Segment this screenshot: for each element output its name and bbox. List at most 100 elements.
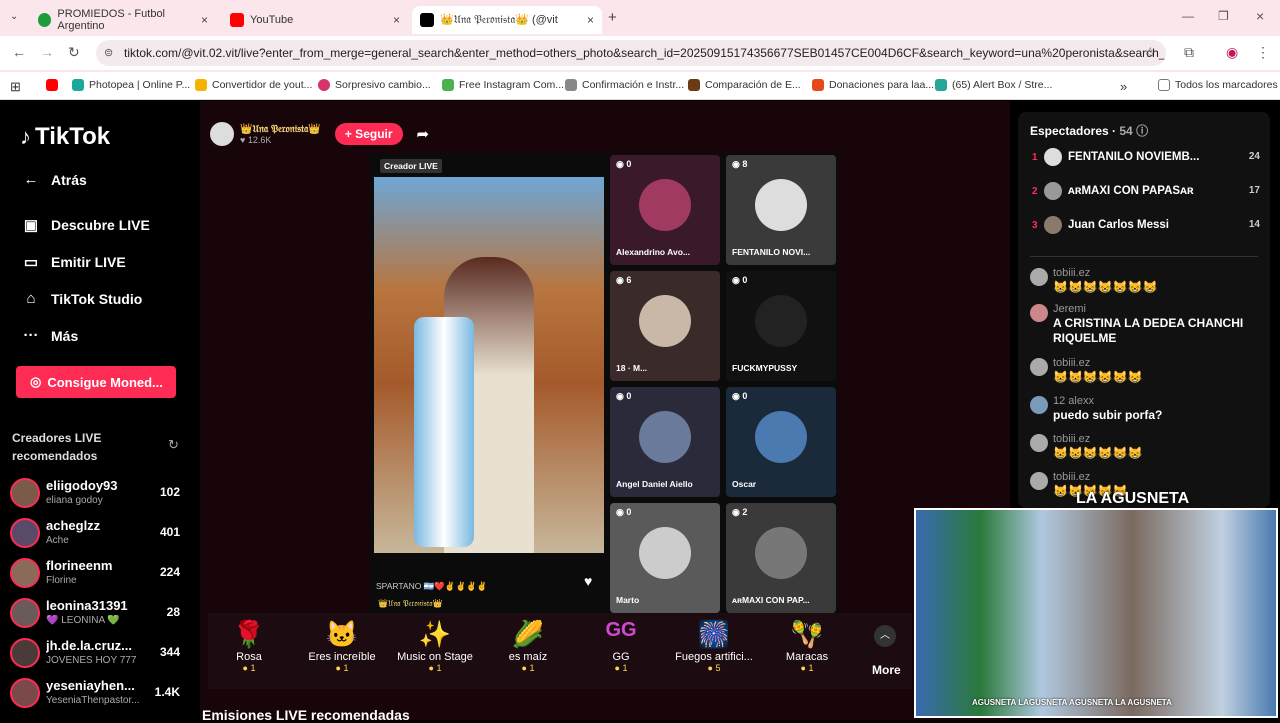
viewer-row[interactable]: 1 FENTANILO NOVIEMB... 24 [1018,146,1270,174]
streamer-webcam-overlay: LA AGUSNETA AGUSNETA LAGUSNETA AGUSNETA … [914,490,1278,718]
avatar [10,638,40,668]
gift-item[interactable]: 🎆 Fuegos artifici... ● 5 [669,619,759,673]
gift-item[interactable]: GG GG ● 1 [576,619,666,673]
youtube-icon [46,79,58,91]
host-likes: 12.6K [247,134,272,145]
bookmark-star-icon[interactable]: ☆ [1144,44,1157,61]
viewer-score: 24 [1248,151,1260,162]
more-bookmarks-icon[interactable]: » [1120,79,1127,94]
more-gifts-button[interactable]: More [872,663,901,677]
guest-slot[interactable]: ◉ 0 Alexandrino Avo... [610,155,720,265]
guest-slot[interactable]: ◉ 8 FENTANILO NOVI... [726,155,836,265]
bookmark-item[interactable]: Convertidor de yout... [195,79,312,91]
viewer-rank: 2 [1032,186,1038,197]
nav-discover-live[interactable]: ▣ Descubre LIVE [20,216,150,234]
tiktok-logo[interactable]: ♪ TikTok [20,123,110,151]
photopea-icon [72,79,84,91]
viewer-row[interactable]: 3 Juan Carlos Messi 14 [1018,214,1270,242]
close-icon[interactable]: × [587,13,594,27]
url-input[interactable]: tiktok.com/@vit.02.vit/live?enter_from_m… [96,40,1166,66]
all-bookmarks[interactable]: Todos los marcadores [1158,79,1278,91]
bookmark-item[interactable]: (65) Alert Box / Stre... [935,79,1052,91]
host-info[interactable]: 👑𝔘𝔫𝔞 𝔓𝔢𝔯𝔬𝔫𝔦𝔰𝔱𝔞👑 ♥ 12.6K [240,124,321,145]
gift-item[interactable]: 🌹 Rosa ● 1 [204,619,294,673]
bookmark-item[interactable]: Free Instagram Com... [442,79,564,91]
restore-icon[interactable]: ❐ [1218,9,1229,23]
chat-user: tobiii.ez [1053,433,1091,445]
live-tv-icon: ▣ [23,217,39,234]
forward-icon[interactable]: → [40,44,54,60]
nav-tiktok-studio[interactable]: ⌂ TikTok Studio [20,290,142,307]
bookmark-youtube[interactable] [46,79,63,91]
reload-icon[interactable]: ↻ [68,44,80,61]
guest-slot[interactable]: ◉ 2 ᴀʀMAXI CON PAP... [726,503,836,613]
share-icon[interactable]: ➦ [417,125,430,143]
bookmark-item[interactable]: Confirmación e Instr... [565,79,684,91]
host-video[interactable] [374,177,604,553]
guest-slot[interactable]: ◉ 0 Marto [610,503,720,613]
creator-item[interactable]: eliigodoy93 eliana godoy 102 [10,476,190,512]
gift-item[interactable]: 🪇 Maracas ● 1 [762,619,852,673]
like-heart-icon[interactable]: ♥ [584,573,592,589]
guest-slot[interactable]: ◉ 6 18 · M... [610,271,720,381]
nav-go-live[interactable]: ▭ Emitir LIVE [20,253,126,271]
get-coins-button[interactable]: ◎ Consigue Moned... [16,366,176,398]
profile-icon[interactable]: ◉ [1226,44,1238,61]
guest-slot[interactable]: ◉ 0 Oscar [726,387,836,497]
avatar [1030,472,1048,490]
tab-tiktok[interactable]: 👑𝔘𝔫𝔞 𝔓𝔢𝔯𝔬𝔫𝔦𝔰𝔱𝔞👑 (@vit.0 × [412,6,602,34]
browser-chrome: ⌄ PROMIEDOS - Futbol Argentino × YouTube… [0,0,1280,100]
tab-youtube[interactable]: YouTube × [222,6,408,34]
creator-item[interactable]: yeseniayhen... YeseniaThenpastor... 1.4K [10,676,190,712]
viewer-count: 401 [159,525,180,539]
creator-item[interactable]: jh.de.la.cruz... JÓVENES HOY 777 344 [10,636,190,672]
guest-slot[interactable]: ◉ 0 Angel Daniel Aiello [610,387,720,497]
gift-item[interactable]: 🐱 Eres increíble ● 1 [297,619,387,673]
host-caption: SPARTANO 🇦🇷❤️✌️✌️✌️✌️ [376,581,488,591]
bookmark-item[interactable]: Donaciones para laa... [812,79,934,91]
tab-search-icon[interactable]: ⌄ [10,11,18,22]
avatar [10,598,40,628]
chevron-up-icon[interactable]: ︿ [874,625,896,647]
slot-count: ◉ 0 [616,159,632,169]
gift-item[interactable]: 🌽 es maíz ● 1 [483,619,573,673]
more-dots-icon: ··· [23,327,39,344]
close-icon[interactable]: × [393,13,400,27]
creator-item[interactable]: acheglzz Ache 401 [10,516,190,552]
creator-item[interactable]: leonina31391 💜 LEONINA 💚 28 [10,596,190,632]
fireworks-icon: 🎆 [697,619,731,649]
back-icon[interactable]: ← [12,44,26,60]
host-avatar[interactable] [210,122,234,146]
nav-more[interactable]: ··· Más [20,327,79,344]
extensions-icon[interactable]: ⧉ [1184,44,1194,61]
nav-back[interactable]: ← Atrás [20,171,87,188]
window-close-icon[interactable]: × [1256,8,1264,24]
menu-icon[interactable]: ⋮ [1256,44,1270,61]
viewer-count: 28 [166,605,180,619]
close-icon[interactable]: × [201,13,208,27]
minimize-icon[interactable]: — [1182,9,1194,23]
info-icon[interactable]: ⓘ [1136,124,1148,138]
bookmark-item[interactable]: Sorpresivo cambio... [318,79,431,91]
viewers-chat-panel: Espectadores · 54 ⓘ 1 FENTANILO NOVIEMB..… [1018,112,1270,508]
creator-subtitle: Ache [46,535,69,546]
donation-icon [812,79,824,91]
follow-button[interactable]: + Seguir [334,123,403,145]
guest-slot[interactable]: ◉ 0 FUCKMYPUSSY [726,271,836,381]
bookmark-label: Convertidor de yout... [212,79,313,91]
bookmark-item[interactable]: Comparación de E... [688,79,801,91]
apps-icon[interactable]: ⊞ [10,79,21,95]
creator-item[interactable]: florineenm Florine 224 [10,556,190,592]
new-tab-icon[interactable]: + [608,9,617,26]
guest-avatar [755,411,807,463]
avatar [1044,216,1062,234]
refresh-icon[interactable]: ↻ [168,437,179,453]
tab-promiedos[interactable]: PROMIEDOS - Futbol Argentino × [30,6,216,34]
gift-item[interactable]: ✨ Music on Stage ● 1 [390,619,480,673]
guest-name: Angel Daniel Aiello [616,479,693,489]
viewer-row[interactable]: 2 ᴀʀMAXI CON PAPASᴀʀ 17 [1018,180,1270,208]
bookmark-item[interactable]: Photopea | Online P... [72,79,190,91]
host-name: 👑𝔘𝔫𝔞 𝔓𝔢𝔯𝔬𝔫𝔦𝔰𝔱𝔞👑 [240,123,321,135]
avatar [10,678,40,708]
site-info-icon[interactable]: ⊜ [104,46,113,59]
